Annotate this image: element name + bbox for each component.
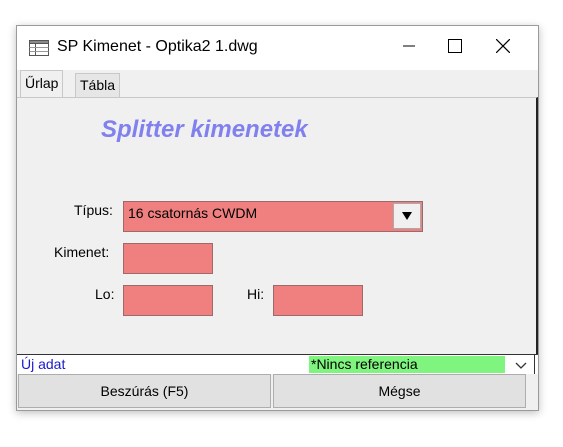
lo-label: Lo:: [95, 286, 115, 302]
status-divider: [534, 355, 535, 374]
hi-input[interactable]: [273, 285, 363, 316]
dropdown-button[interactable]: [393, 203, 421, 229]
minimize-icon: [403, 39, 415, 57]
maximize-button[interactable]: [432, 26, 478, 70]
tipus-combobox[interactable]: 16 csatornás CWDM: [123, 201, 423, 232]
close-button[interactable]: [480, 26, 526, 70]
cancel-button[interactable]: Mégse: [273, 374, 526, 408]
minimize-button[interactable]: [386, 26, 432, 70]
kimenet-input[interactable]: [123, 243, 213, 274]
tipus-label: Típus:: [74, 202, 113, 218]
hi-label: Hi:: [247, 286, 265, 302]
maximize-icon: [448, 38, 462, 58]
lo-input[interactable]: [123, 285, 213, 316]
title-bar: SP Kimenet - Optika2 1.dwg: [17, 26, 538, 70]
tab-form[interactable]: Űrlap: [20, 70, 64, 97]
tab-strip: Űrlap Tábla: [17, 70, 538, 97]
window-title: SP Kimenet - Optika2 1.dwg: [57, 38, 258, 55]
application-window: SP Kimenet - Optika2 1.dwg Űrlap Tábla S…: [16, 25, 539, 411]
close-icon: [495, 38, 511, 58]
form-panel: Splitter kimenetek Típus: 16 csatornás C…: [17, 97, 538, 355]
tipus-value: 16 csatornás CWDM: [128, 205, 258, 221]
new-data-status: Új adat: [21, 356, 66, 372]
form-heading: Splitter kimenetek: [101, 116, 308, 143]
reference-selector[interactable]: *Nincs referencia: [309, 356, 505, 373]
status-bar: Új adat *Nincs referencia: [17, 354, 538, 374]
reference-status: *Nincs referencia: [311, 356, 418, 372]
form-grid-icon: [29, 40, 49, 56]
insert-button[interactable]: Beszúrás (F5): [18, 374, 271, 408]
tab-table[interactable]: Tábla: [75, 73, 121, 97]
triangle-down-icon: [402, 212, 412, 220]
kimenet-label: Kimenet:: [54, 244, 110, 260]
